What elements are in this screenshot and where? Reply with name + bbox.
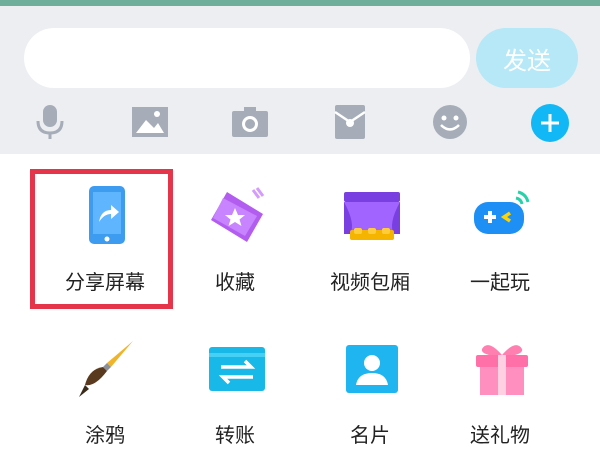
panel-item-label: 收藏: [215, 270, 255, 294]
panel-item-doodle[interactable]: 涂鸦: [45, 325, 165, 450]
highlight-box: [30, 169, 173, 309]
plus-icon[interactable]: [531, 104, 569, 142]
red-packet-icon[interactable]: [330, 102, 370, 142]
panel-item-video-box[interactable]: 视频包厢: [310, 172, 430, 304]
panel-item-send-gift[interactable]: 送礼物: [440, 325, 560, 450]
panel-item-play-together[interactable]: 一起玩: [440, 172, 560, 304]
composer-area: 发送: [0, 6, 600, 154]
panel-item-label: 视频包厢: [330, 270, 410, 294]
camera-icon[interactable]: [230, 102, 270, 142]
video-box-icon: [340, 184, 404, 248]
panel-item-transfer[interactable]: 转账: [175, 325, 295, 450]
transfer-icon: [205, 337, 269, 401]
paintbrush-icon: [75, 337, 139, 401]
microphone-icon[interactable]: [30, 102, 70, 142]
panel-item-label: 送礼物: [470, 423, 530, 447]
panel-item-label: 名片: [350, 423, 390, 447]
panel-item-label: 转账: [215, 423, 255, 447]
gift-icon: [470, 337, 534, 401]
send-button[interactable]: 发送: [476, 28, 578, 88]
panel-item-favorites[interactable]: 收藏: [175, 172, 295, 304]
emoji-icon[interactable]: [430, 102, 470, 142]
contact-card-icon: [340, 337, 404, 401]
panel-item-label: 涂鸦: [85, 423, 125, 447]
message-input[interactable]: [24, 28, 470, 88]
favorites-icon: [205, 184, 269, 248]
panel-item-label: 一起玩: [470, 270, 530, 294]
panel-item-contact-card[interactable]: 名片: [310, 325, 430, 450]
game-controller-icon: [470, 184, 534, 248]
image-icon[interactable]: [130, 102, 170, 142]
